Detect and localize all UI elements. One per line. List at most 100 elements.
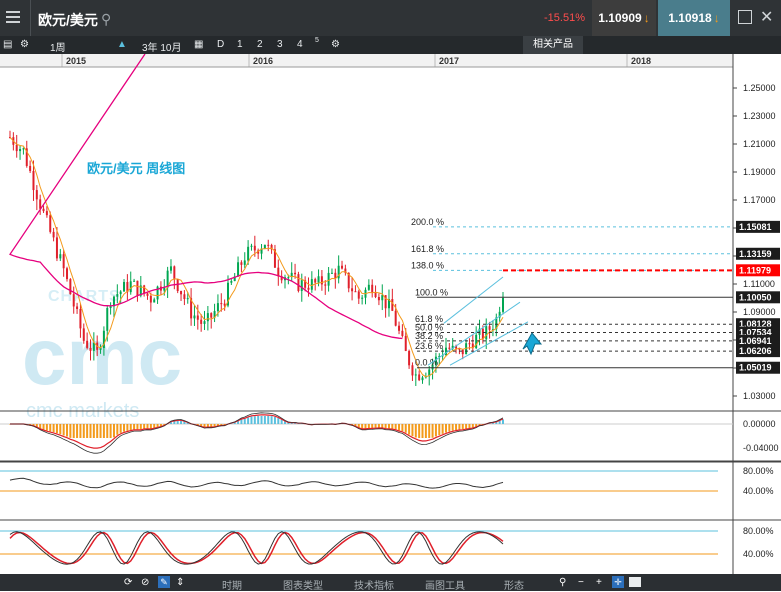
macd-bar [43,424,45,429]
macd-bar [405,424,407,433]
year-label: 2017 [439,56,459,66]
candle-body [193,316,195,319]
no-sign-icon[interactable]: ⊘ [141,577,149,588]
candle-body [147,293,149,295]
y-tick-label: 1.09000 [743,307,776,317]
calendar-icon[interactable]: ▦ [194,39,203,50]
macd-bar [136,424,138,429]
macd-bar [147,424,149,428]
candle-body [294,273,296,274]
macd-bar [49,424,51,431]
period-4[interactable]: 4 [297,39,303,50]
refresh-icon[interactable]: ⟳ [124,577,132,588]
period-d[interactable]: D [217,39,224,50]
tab-indicators[interactable]: 技术指标 [354,577,394,592]
macd-bar [448,424,450,432]
macd-bar [130,424,132,430]
macd-bar [63,424,65,435]
lock-icon[interactable]: ▲ [117,39,127,50]
period-2[interactable]: 2 [257,39,263,50]
candle-body [405,336,407,351]
macd-bar [261,416,263,424]
candle-body [46,211,48,215]
macd-bar [93,424,95,438]
search-icon[interactable]: ⚲ [101,11,111,28]
tab-chart-type[interactable]: 图表类型 [283,577,323,592]
grid-icon[interactable] [629,577,641,587]
macd-bar [472,424,474,428]
instrument-title[interactable]: 欧元/美元 [38,10,98,30]
fib-level-label: 100.0 % [415,287,448,297]
macd-tick-label: 0.00000 [743,419,776,429]
macd-bar [126,424,128,431]
range-select[interactable]: 3年 10月 [142,39,181,54]
macd-bar [133,424,135,429]
period-3[interactable]: 3 [277,39,283,50]
candle-body [93,343,95,351]
y-tick-label: 1.19000 [743,167,776,177]
macd-bar [46,424,48,431]
ask-price: 1.10918 [668,11,711,25]
macd-bar [123,424,125,432]
macd-bar [76,424,78,438]
menu-icon[interactable] [6,11,20,25]
candle-body [32,171,34,190]
macd-bar [408,424,410,435]
ask-price-button[interactable]: 1.10918 ↓ [658,0,730,36]
indicator-list-icon[interactable]: ▤ [3,39,12,50]
candle-body [59,254,61,258]
candle-body [321,276,323,284]
candle-body [224,304,226,306]
macd-bar [210,424,212,427]
candle-body [244,260,246,264]
price-tag-label: 1.13159 [739,249,772,259]
tab-drawing-tools[interactable]: 画图工具 [425,577,465,592]
gear-icon[interactable]: ⚙ [20,39,29,50]
candle-body [267,245,269,246]
macd-bar [150,424,152,429]
macd-bar [401,424,403,431]
bid-price-button[interactable]: 1.10909 ↓ [592,0,656,36]
candle-body [197,316,199,320]
macd-bar [462,424,464,429]
settings-icon[interactable]: ⚙ [331,39,340,50]
macd-bar [385,424,387,428]
period-5[interactable]: 5 [315,37,319,44]
candle-body [123,282,125,292]
down-arrow-icon: ↓ [644,11,650,25]
pencil-icon[interactable]: ✎ [158,576,170,588]
candle-body [391,299,393,311]
close-icon[interactable]: ✕ [760,7,773,27]
scale-icon[interactable]: ⇕ [176,577,184,588]
macd-bar [240,419,242,424]
bottom-toolbar: ⟳ ⊘ ✎ ⇕ 时期 图表类型 技术指标 画图工具 形态 ⚲ − + ✛ [0,574,781,591]
candle-body [361,298,363,299]
crosshair-icon[interactable]: ✛ [612,576,624,588]
fullscreen-icon[interactable] [738,10,752,24]
macd-bar [83,424,85,438]
macd-bar [428,424,430,438]
macd-bar [281,420,283,424]
macd-bar [73,424,75,438]
period-1[interactable]: 1 [237,39,243,50]
tab-patterns[interactable]: 形态 [504,577,524,592]
timeframe-select[interactable]: 1周 [50,39,66,54]
zoom-out-icon[interactable]: − [578,577,584,588]
zoom-search-icon[interactable]: ⚲ [559,577,566,588]
tab-period[interactable]: 时期 [222,577,242,592]
candle-body [401,331,403,336]
candle-body [66,268,68,279]
candle-body [297,274,299,291]
candle-body [36,190,38,199]
zoom-in-icon[interactable]: + [596,577,602,588]
year-label: 2015 [66,56,86,66]
related-products-button[interactable]: 相关产品 [523,36,583,54]
year-label: 2016 [253,56,273,66]
chart-area[interactable]: 20152016201720181.250001.230001.210001.1… [0,54,781,574]
macd-bar [116,424,118,435]
fib-level-label: 138.0 % [411,260,444,270]
candle-body [422,377,424,380]
candle-body [462,350,464,354]
candle-body [395,311,397,326]
candle-body [170,266,172,270]
